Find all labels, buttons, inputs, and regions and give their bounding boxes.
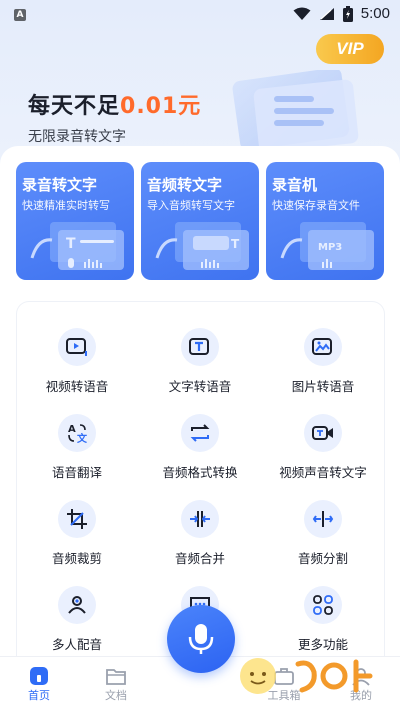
nav-label: 文档 <box>105 689 127 702</box>
crop-icon <box>58 500 96 538</box>
merge-icon <box>181 500 219 538</box>
feature-recorder[interactable]: 录音机 快速保存录音文件 MP3 <box>266 162 384 280</box>
tool-label: 音频格式转换 <box>162 465 238 480</box>
tool-label: 音频裁剪 <box>51 551 102 566</box>
promo-title-prefix: 每天不足 <box>28 94 121 119</box>
tool-label: 音频分割 <box>297 551 348 566</box>
feature-title: 录音机 <box>272 176 318 194</box>
video-camera-icon <box>304 414 342 452</box>
feature-subtitle: 快速保存录音文件 <box>272 199 360 212</box>
notification-icon: A <box>14 9 26 21</box>
mp3-tag: MP3 <box>318 242 342 253</box>
tool-label: 音频合并 <box>174 551 225 566</box>
svg-text:T: T <box>66 236 76 252</box>
nav-documents[interactable]: 文档 <box>86 665 146 703</box>
recorder-illustration: MP3 <box>280 222 374 270</box>
tool-label: 图片转语音 <box>291 379 355 394</box>
tool-more-features[interactable]: 更多功能 <box>263 572 383 660</box>
promo-subtitle: 无限录音转文字 <box>28 129 126 145</box>
tool-label: 多人配音 <box>51 637 102 652</box>
battery-icon <box>342 5 353 22</box>
tool-label: 语音翻译 <box>51 465 102 480</box>
tool-multi-voice-dub[interactable]: 多人配音 <box>17 572 137 660</box>
tool-audio-merge[interactable]: 音频合并 <box>140 486 260 574</box>
split-icon <box>304 500 342 538</box>
folder-icon <box>106 669 126 685</box>
tool-text-to-speech[interactable]: 文字转语音 <box>140 314 260 402</box>
translate-icon: A文 <box>58 414 96 452</box>
main-panel: 录音转文字 快速精准实时转写 T 音频转文字 导入音频转写文字 T 录音机 快速… <box>0 146 400 682</box>
record-button[interactable] <box>167 605 235 673</box>
home-icon <box>30 667 48 685</box>
tool-label: 视频声音转文字 <box>279 465 367 480</box>
people-icon <box>58 586 96 624</box>
clock: 5:00 <box>360 5 390 22</box>
tool-video-audio-to-text[interactable]: 视频声音转文字 <box>263 400 383 488</box>
feature-subtitle: 快速精准实时转写 <box>22 199 110 212</box>
feature-record-to-text[interactable]: 录音转文字 快速精准实时转写 T <box>16 162 134 280</box>
grid-more-icon <box>304 586 342 624</box>
svg-text:A: A <box>68 424 76 435</box>
feature-audio-to-text[interactable]: 音频转文字 导入音频转写文字 T <box>141 162 259 280</box>
svg-text:文: 文 <box>77 432 88 444</box>
text-t-icon <box>181 328 219 366</box>
nav-label: 首页 <box>28 689 50 702</box>
tool-audio-format-convert[interactable]: 音频格式转换 <box>140 400 260 488</box>
feature-title: 音频转文字 <box>147 176 223 194</box>
tool-audio-split[interactable]: 音频分割 <box>263 486 383 574</box>
image-icon <box>304 328 342 366</box>
convert-arrows-icon <box>181 414 219 452</box>
record-to-text-illustration: T <box>30 222 124 270</box>
audio-to-text-illustration: T <box>155 222 249 270</box>
nav-home[interactable]: 首页 <box>9 665 69 703</box>
wifi-icon <box>293 7 311 20</box>
svg-text:T: T <box>231 237 240 251</box>
microphone-icon <box>188 624 214 654</box>
tool-label: 文字转语音 <box>168 379 232 394</box>
status-icons: 5:00 <box>293 5 390 22</box>
tool-voice-translate[interactable]: A文 语音翻译 <box>17 400 137 488</box>
tool-video-to-speech[interactable]: 视频转语音 <box>17 314 137 402</box>
tool-image-to-speech[interactable]: 图片转语音 <box>263 314 383 402</box>
feature-subtitle: 导入音频转写文字 <box>147 199 235 212</box>
feature-title: 录音转文字 <box>22 176 98 194</box>
promo-title: 每天不足0.01元 <box>28 88 201 120</box>
vip-button[interactable]: VIP <box>316 34 384 64</box>
tool-label: 视频转语音 <box>45 379 109 394</box>
status-bar: A 5:00 <box>0 0 400 30</box>
promo-price: 0.01元 <box>120 94 202 119</box>
signal-icon <box>319 7 334 20</box>
watermark-logo <box>240 658 373 694</box>
tool-audio-crop[interactable]: 音频裁剪 <box>17 486 137 574</box>
video-play-icon <box>58 328 96 366</box>
